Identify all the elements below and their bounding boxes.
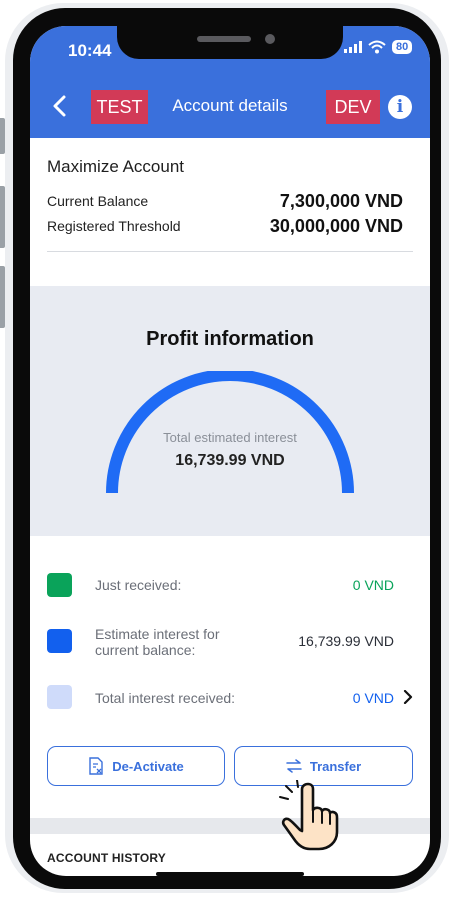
profit-panel: Profit information Total estimated inter…: [30, 286, 430, 536]
speaker-grille: [197, 36, 251, 42]
legend-value-estimate: 16,739.99 VND: [298, 633, 394, 649]
test-env-tag[interactable]: TEST: [91, 90, 148, 124]
deactivate-button[interactable]: De-Activate: [47, 746, 225, 786]
dev-env-tag[interactable]: DEV: [326, 90, 380, 124]
home-indicator: [156, 872, 304, 876]
legend-label-just-received: Just received:: [95, 577, 182, 593]
legend-swatch-estimate: [47, 629, 72, 653]
legend-value-total-received[interactable]: 0 VND: [353, 690, 394, 706]
battery-icon: 80: [392, 40, 413, 54]
legend-swatch-just-received: [47, 573, 72, 597]
app-screen: 10:44 80 TEST Account details DEV i Maxi…: [30, 26, 430, 876]
transfer-arrows-icon: [286, 759, 302, 773]
legend-value-just-received: 0 VND: [352, 577, 394, 593]
legend-label-estimate: Estimate interest for current balance:: [95, 626, 220, 658]
current-balance-label: Current Balance: [47, 193, 149, 209]
profit-title: Profit information: [146, 328, 314, 350]
tap-hand-cursor-icon: [279, 780, 339, 851]
section-divider: [47, 251, 413, 252]
signal-icon: [344, 41, 362, 53]
status-icons: 80: [344, 40, 413, 54]
header-bar: 10:44 80 TEST Account details DEV i: [30, 26, 430, 138]
back-arrow-icon[interactable]: [50, 94, 70, 118]
front-camera: [265, 34, 275, 44]
page-title: Account details: [172, 96, 288, 115]
current-balance-value: 7,300,000 VND: [279, 191, 403, 211]
info-icon[interactable]: i: [388, 95, 412, 119]
legend-label-total-received: Total interest received:: [95, 690, 236, 706]
camera-notch: [117, 26, 343, 59]
wifi-icon: [368, 40, 386, 54]
account-title: Maximize Account: [47, 157, 184, 176]
gauge-caption: Total estimated interest: [163, 430, 297, 445]
deactivate-button-label: De-Activate: [112, 758, 184, 774]
document-cancel-icon: [89, 757, 103, 775]
transfer-button-label: Transfer: [309, 758, 362, 774]
threshold-label: Registered Threshold: [47, 218, 181, 234]
gauge-value: 16,739.99 VND: [175, 452, 285, 469]
section-separator: [30, 818, 430, 834]
threshold-value: 30,000,000 VND: [269, 216, 403, 236]
legend-swatch-total-received: [47, 685, 72, 709]
chevron-right-icon[interactable]: [403, 690, 413, 704]
account-history-title: ACCOUNT HISTORY: [47, 851, 167, 865]
status-time: 10:44: [68, 41, 112, 60]
